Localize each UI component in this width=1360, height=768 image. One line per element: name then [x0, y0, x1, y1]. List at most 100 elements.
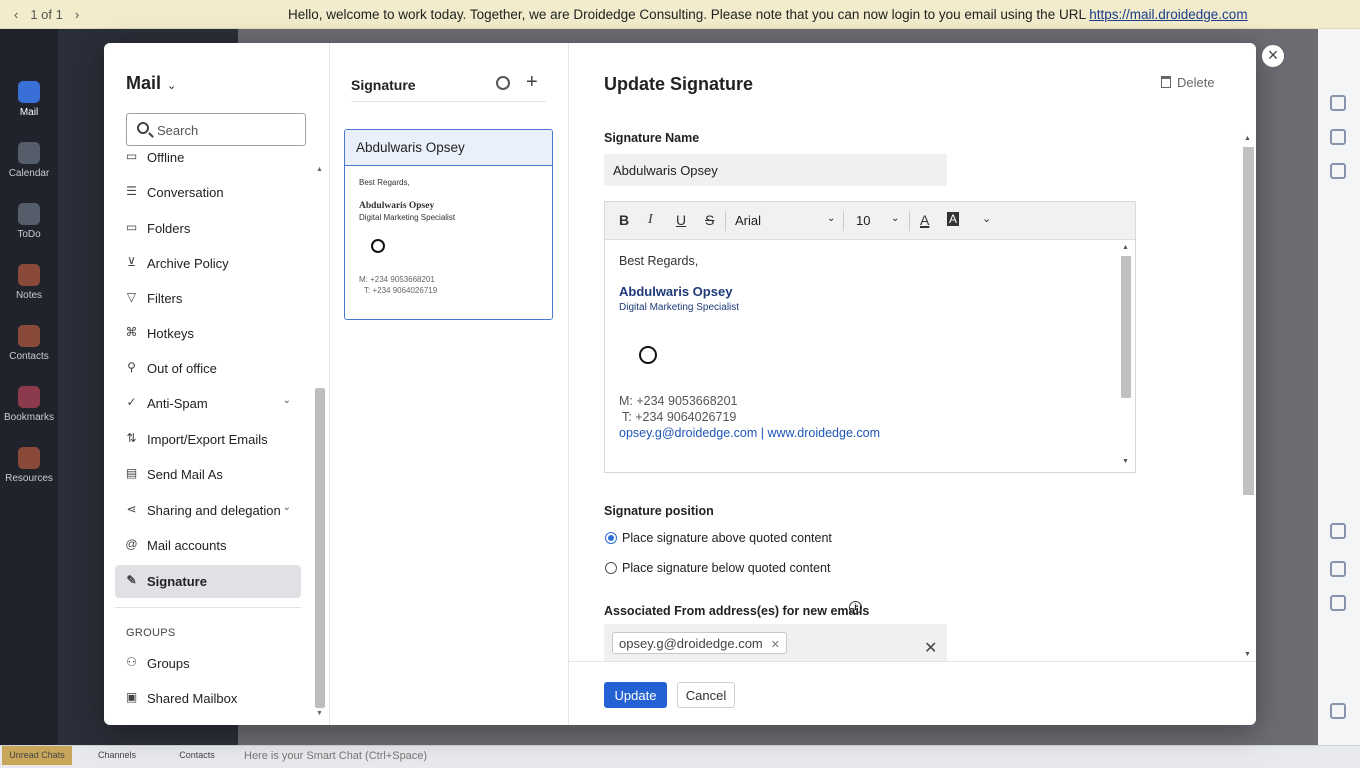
- rail-item-calendar[interactable]: Calendar: [0, 142, 58, 179]
- editor-toolbar: B I U S Arial ⌄ 10 ⌄ A A ⌄: [605, 202, 1135, 240]
- chat-icon[interactable]: [1330, 703, 1346, 719]
- nav-item-shared-mailbox[interactable]: ▣ Shared Mailbox: [115, 682, 301, 715]
- bold-button[interactable]: B: [619, 212, 629, 228]
- prev-arrow-icon[interactable]: ‹: [14, 7, 18, 22]
- gear-icon[interactable]: [496, 76, 510, 90]
- scroll-up-icon[interactable]: ▲: [1244, 135, 1251, 142]
- nav-item-signature[interactable]: ✎ Signature: [115, 565, 301, 598]
- highlight-button[interactable]: A: [947, 212, 960, 226]
- nav-item-import-export[interactable]: ⇅ Import/Export Emails: [115, 423, 301, 456]
- nav-item-send-mail-as[interactable]: ▤ Send Mail As: [115, 458, 301, 491]
- signature-list-heading: Signature: [351, 77, 416, 93]
- nav-item-hotkeys[interactable]: ⌘ Hotkeys: [115, 317, 301, 350]
- signature-editor-panel: Update Signature Delete Signature Name B…: [569, 43, 1256, 725]
- signature-name-input[interactable]: [604, 154, 947, 186]
- remove-chip-icon[interactable]: ✕: [771, 639, 780, 651]
- position-below-label[interactable]: Place signature below quoted content: [622, 561, 830, 575]
- scroll-thumb[interactable]: [315, 388, 325, 708]
- rail-item-bookmarks[interactable]: Bookmarks: [0, 386, 58, 423]
- nav-item-filters[interactable]: ▽ Filters: [115, 282, 301, 315]
- font-size-select[interactable]: 10: [856, 213, 870, 228]
- search-input[interactable]: [157, 120, 297, 140]
- scroll-up-icon[interactable]: ▲: [316, 166, 323, 173]
- delete-button[interactable]: Delete: [1161, 75, 1215, 90]
- chevron-down-icon: ⌄: [891, 213, 900, 224]
- nav-scrollbar[interactable]: ▲ ▼: [314, 158, 326, 718]
- font-color-button[interactable]: A: [920, 212, 929, 228]
- bolt-icon[interactable]: [1330, 561, 1346, 577]
- nav-item-groups[interactable]: ⚇ Groups: [115, 647, 301, 680]
- strikethrough-button[interactable]: S: [705, 212, 714, 228]
- announce-icon[interactable]: [1330, 595, 1346, 611]
- toolbar-divider: [725, 211, 726, 231]
- folder-icon: ▭: [125, 220, 138, 234]
- right-rail: [1318, 29, 1360, 745]
- smart-chat-input[interactable]: Here is your Smart Chat (Ctrl+Space): [244, 750, 427, 762]
- nav-item-offline[interactable]: ▭ Offline: [115, 153, 301, 174]
- website-link[interactable]: www.droidedge.com: [767, 426, 880, 440]
- filter-icon: ▽: [126, 290, 137, 304]
- signature-editor[interactable]: B I U S Arial ⌄ 10 ⌄ A A ⌄ Best Regards,…: [604, 201, 1136, 473]
- tab-channels[interactable]: Channels: [82, 750, 152, 760]
- position-above-radio[interactable]: [605, 532, 617, 544]
- associated-address-field[interactable]: opsey.g@droidedge.com ✕ ✕: [604, 624, 947, 661]
- signature-list-panel: Signature + Abdulwaris Opsey Best Regard…: [330, 43, 569, 725]
- scroll-down-icon[interactable]: ▼: [316, 710, 323, 717]
- info-icon[interactable]: i: [849, 601, 862, 614]
- settings-title[interactable]: Mail ⌄: [126, 73, 176, 94]
- rail-item-resources[interactable]: Resources: [0, 447, 58, 484]
- shield-check-icon: ✓: [126, 395, 137, 409]
- update-button[interactable]: Update: [604, 682, 667, 708]
- tab-unread-chats[interactable]: Unread Chats: [2, 746, 72, 765]
- chevron-down-icon: ⌄: [282, 502, 291, 513]
- email-link[interactable]: opsey.g@droidedge.com: [619, 426, 757, 440]
- rail-item-todo[interactable]: ToDo: [0, 203, 58, 240]
- nav-item-conversation[interactable]: ☰ Conversation: [115, 176, 301, 209]
- add-signature-icon[interactable]: +: [526, 71, 538, 94]
- trash-icon: [1161, 76, 1171, 88]
- underline-button[interactable]: U: [676, 212, 686, 228]
- contacts-icon: [18, 325, 40, 347]
- chevron-down-icon: ⌄: [282, 395, 291, 406]
- search-icon: [137, 122, 149, 134]
- position-below-radio[interactable]: [605, 562, 617, 574]
- rail-item-mail[interactable]: Mail: [0, 81, 58, 118]
- font-family-select[interactable]: Arial: [735, 213, 761, 228]
- more-options-icon[interactable]: ⌄: [982, 212, 991, 225]
- toolbar-divider: [843, 211, 844, 231]
- gear-icon[interactable]: [1330, 95, 1346, 111]
- editor-content[interactable]: Best Regards, Abdulwaris Opsey Digital M…: [619, 254, 880, 441]
- scroll-thumb[interactable]: [1243, 147, 1254, 495]
- archive-icon: ⊻: [127, 255, 136, 269]
- company-logo-icon: [639, 346, 657, 365]
- scroll-up-icon[interactable]: ▲: [1122, 244, 1129, 251]
- nav-item-mail-accounts[interactable]: @ Mail accounts: [115, 529, 301, 562]
- scroll-thumb[interactable]: [1121, 256, 1131, 398]
- signature-card[interactable]: Abdulwaris Opsey Best Regards, Abdulwari…: [344, 129, 553, 320]
- editor-scrollbar[interactable]: ▲ ▼: [1119, 242, 1133, 470]
- nav-item-folders[interactable]: ▭ Folders: [115, 212, 301, 245]
- rail-item-contacts[interactable]: Contacts: [0, 325, 58, 362]
- settings-modal: Mail⌄ ▭Offline ☰Conversation ▭Folders ⊻A…: [104, 43, 1256, 725]
- form-scrollbar[interactable]: ▲ ▼: [1241, 133, 1255, 661]
- shared-mailbox-icon: ▣: [125, 690, 138, 704]
- close-modal-button[interactable]: ×: [1261, 44, 1285, 68]
- nav-item-out-of-office[interactable]: ⚲ Out of office: [115, 352, 301, 385]
- nav-item-sharing-delegation[interactable]: ⋖ Sharing and delegation ⌄: [115, 494, 301, 527]
- scroll-down-icon[interactable]: ▼: [1122, 458, 1129, 465]
- settings-search[interactable]: [126, 113, 306, 146]
- position-above-label[interactable]: Place signature above quoted content: [622, 531, 832, 545]
- clear-icon[interactable]: ✕: [924, 638, 937, 658]
- cancel-button[interactable]: Cancel: [677, 682, 735, 708]
- note-icon[interactable]: [1330, 523, 1346, 539]
- next-arrow-icon[interactable]: ›: [75, 7, 79, 22]
- nav-item-archive-policy[interactable]: ⊻ Archive Policy: [115, 247, 301, 280]
- scroll-down-icon[interactable]: ▼: [1244, 651, 1251, 658]
- italic-button[interactable]: I: [648, 212, 653, 228]
- tab-contacts[interactable]: Contacts: [162, 750, 232, 760]
- widget-icon[interactable]: [1330, 163, 1346, 179]
- rail-item-notes[interactable]: Notes: [0, 264, 58, 301]
- check-icon[interactable]: [1330, 129, 1346, 145]
- announcement-link[interactable]: https://mail.droidedge.com: [1089, 7, 1247, 22]
- nav-item-anti-spam[interactable]: ✓ Anti-Spam ⌄: [115, 387, 301, 420]
